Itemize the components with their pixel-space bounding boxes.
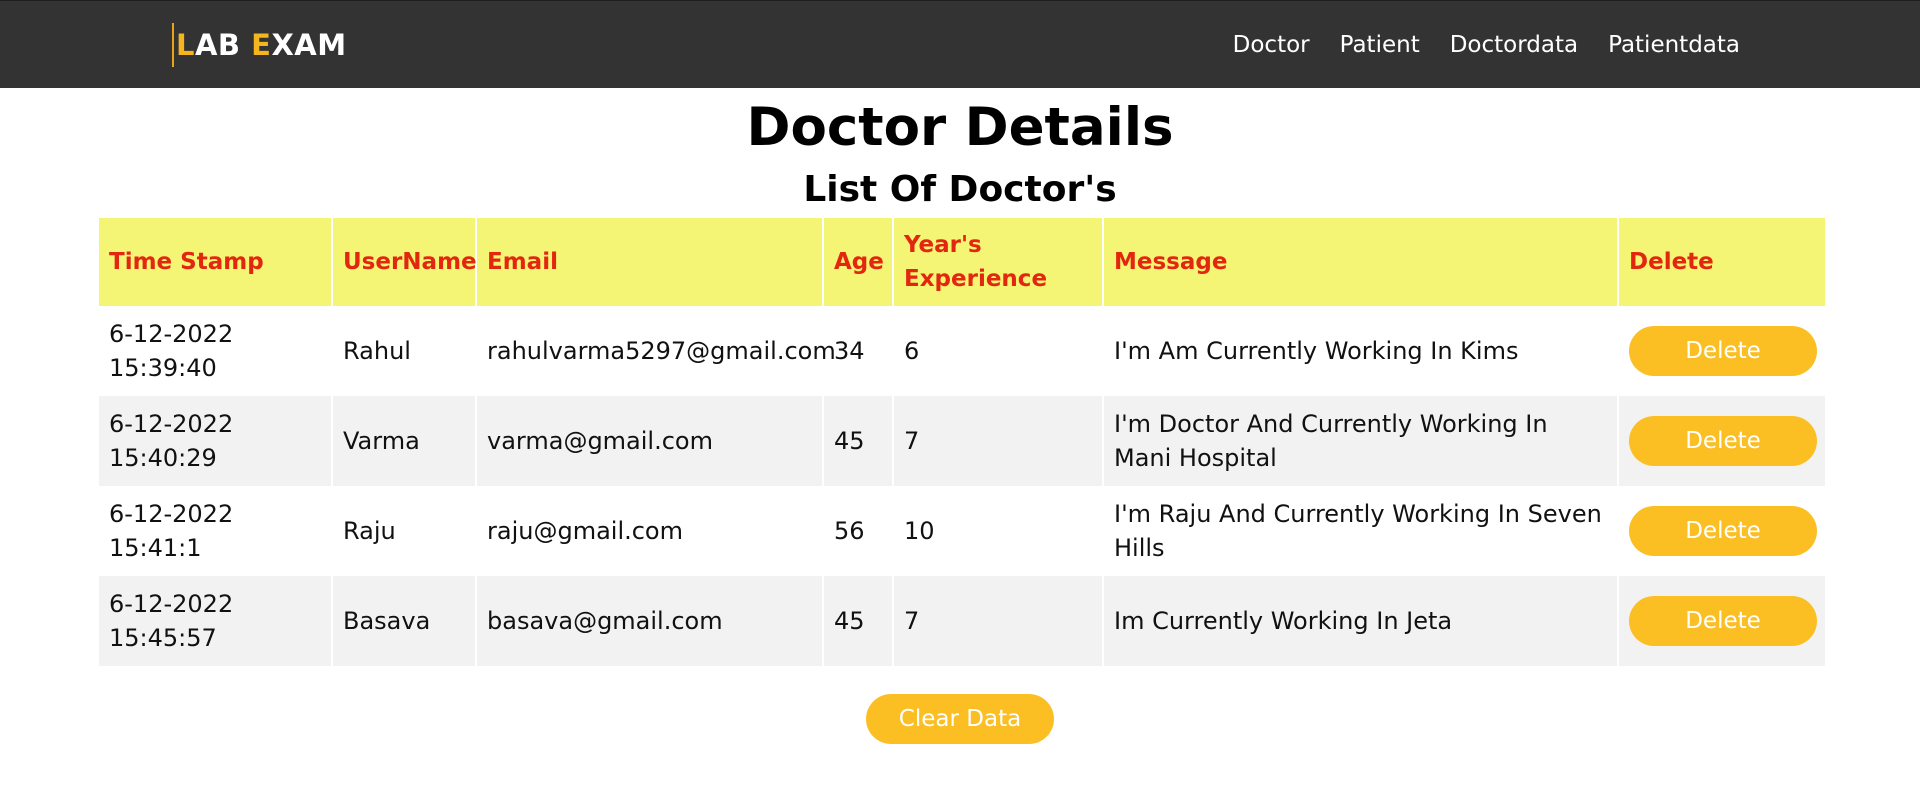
nav-link-doctordata[interactable]: Doctordata [1450,32,1578,58]
cell-username: Rahul [333,306,475,396]
delete-button[interactable]: Delete [1629,326,1817,376]
nav-link-patient[interactable]: Patient [1340,32,1420,58]
cell-experience: 10 [894,486,1102,576]
table-row: 6-12-2022 15:40:29 Varma varma@gmail.com… [99,396,1825,486]
cell-email: rahulvarma5297@gmail.com [477,306,836,396]
header-age: Age [824,218,892,306]
navbar: LAB EXAM Doctor Patient Doctordata Patie… [0,0,1920,88]
header-delete: Delete [1619,218,1825,306]
brand-letter-l: L [176,28,195,62]
cell-timestamp: 6-12-2022 15:41:1 [99,486,331,576]
header-username: UserName [333,218,477,306]
cell-delete: Delete [1619,486,1825,576]
cell-timestamp: 6-12-2022 15:39:40 [99,306,331,396]
cell-username: Basava [333,576,475,666]
nav-link-patientdata[interactable]: Patientdata [1608,32,1740,58]
cell-delete: Delete [1619,396,1825,486]
cell-email: basava@gmail.com [477,576,822,666]
brand-letter-e: E [251,28,272,62]
page-title: Doctor Details [746,97,1174,158]
delete-button[interactable]: Delete [1629,416,1817,466]
nav-links: Doctor Patient Doctordata Patientdata [1233,1,1740,89]
table-row: 6-12-2022 15:41:1 Raju raju@gmail.com 56… [99,486,1825,576]
table-header-row: Time Stamp UserName Email Age Year's Exp… [99,218,1825,306]
cell-message: I'm Am Currently Working In Kims [1104,306,1617,396]
cell-age: 45 [824,576,892,666]
cell-email: raju@gmail.com [477,486,822,576]
cell-age: 45 [824,396,892,486]
cell-message: Im Currently Working In Jeta [1104,576,1617,666]
cell-message: I'm Doctor And Currently Working In Mani… [1104,396,1617,486]
cell-delete: Delete [1619,576,1825,666]
brand-text-2: XAM [271,28,347,62]
table-row: 6-12-2022 15:45:57 Basava basava@gmail.c… [99,576,1825,666]
cell-experience: 7 [894,576,1102,666]
cell-delete: Delete [1619,306,1825,396]
table-row: 6-12-2022 15:39:40 Rahul rahulvarma5297@… [99,306,1825,396]
delete-button[interactable]: Delete [1629,596,1817,646]
cell-username: Varma [333,396,475,486]
doctor-table: Time Stamp UserName Email Age Year's Exp… [97,218,1827,666]
header-email: Email [477,218,822,306]
cell-experience: 6 [894,306,1102,396]
cell-email: varma@gmail.com [477,396,822,486]
clear-data-button[interactable]: Clear Data [866,694,1054,744]
list-title: List Of Doctor's [803,169,1117,210]
cell-timestamp: 6-12-2022 15:45:57 [99,576,331,666]
cell-age: 34 [824,306,892,396]
brand-logo[interactable]: LAB EXAM [172,23,347,67]
nav-link-doctor[interactable]: Doctor [1233,32,1310,58]
delete-button[interactable]: Delete [1629,506,1817,556]
header-experience: Year's Experience [894,218,1102,306]
brand-text-1: AB [194,28,252,62]
cell-experience: 7 [894,396,1102,486]
cell-timestamp: 6-12-2022 15:40:29 [99,396,331,486]
cell-message: I'm Raju And Currently Working In Seven … [1104,486,1617,576]
cell-username: Raju [333,486,475,576]
header-timestamp: Time Stamp [99,218,331,306]
header-message: Message [1104,218,1617,306]
cell-age: 56 [824,486,892,576]
